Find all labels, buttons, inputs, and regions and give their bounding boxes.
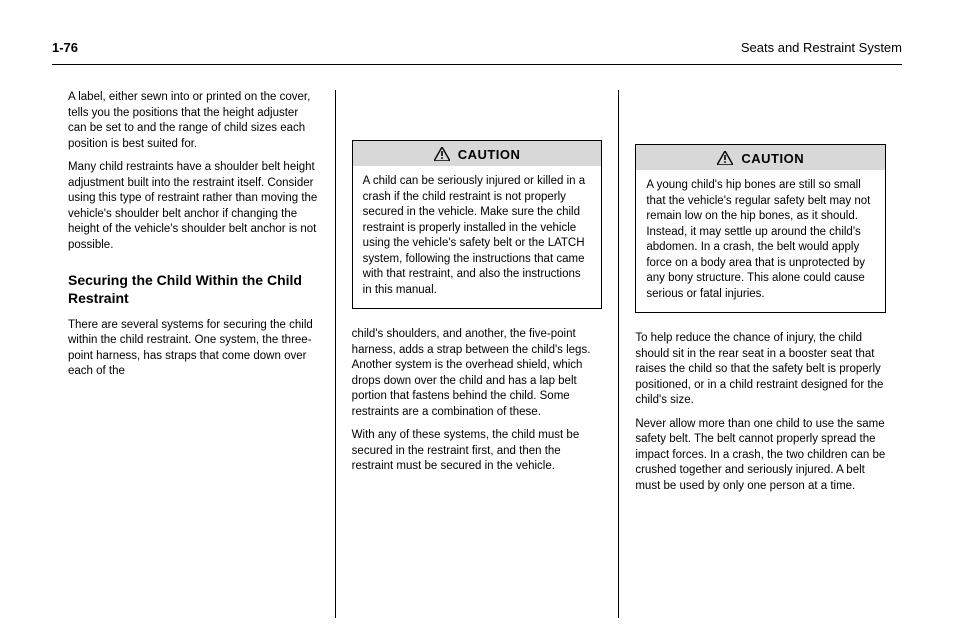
page-number: 1-76 [52, 40, 78, 55]
caution-body: A young child's hip bones are still so s… [636, 170, 885, 312]
subheading: Securing the Child Within the Child Rest… [68, 271, 319, 307]
body-text: To help reduce the chance of injury, the… [635, 331, 886, 409]
body-text: Many child restraints have a shoulder be… [68, 160, 319, 253]
caution-box: CAUTION A young child's hip bones are st… [635, 144, 886, 313]
caution-heading: CAUTION [353, 141, 602, 166]
column-2: CAUTION A child can be seriously injured… [335, 90, 619, 618]
body-text: There are several systems for securing t… [68, 318, 319, 380]
column-1: A label, either sewn into or printed on … [52, 90, 335, 618]
section-title: Seats and Restraint System [741, 40, 902, 55]
caution-body: A child can be seriously injured or kill… [353, 166, 602, 308]
columns: A label, either sewn into or printed on … [52, 90, 902, 618]
body-text: A label, either sewn into or printed on … [68, 90, 319, 152]
body-text: Never allow more than one child to use t… [635, 417, 886, 495]
header-rule [52, 64, 902, 65]
caution-label: CAUTION [741, 151, 804, 166]
column-3: CAUTION A young child's hip bones are st… [618, 90, 902, 618]
caution-label: CAUTION [458, 147, 521, 162]
body-text: With any of these systems, the child mus… [352, 428, 603, 475]
caution-box: CAUTION A child can be seriously injured… [352, 140, 603, 309]
manual-page: 1-76 Seats and Restraint System A label,… [0, 0, 954, 636]
caution-heading: CAUTION [636, 145, 885, 170]
body-text: child's shoulders, and another, the five… [352, 327, 603, 420]
warning-triangle-icon [434, 147, 450, 161]
warning-triangle-icon [717, 151, 733, 165]
